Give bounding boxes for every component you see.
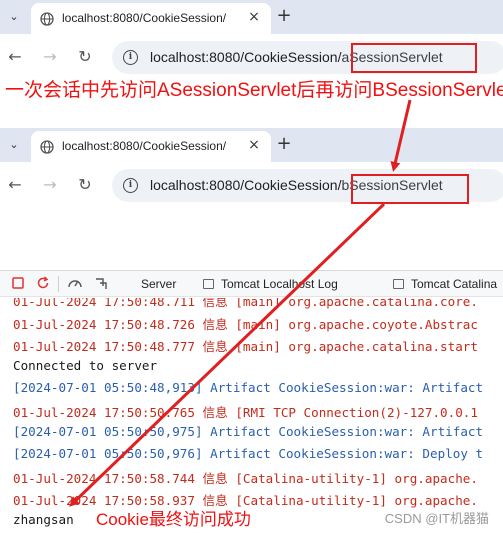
log-line: Connected to server bbox=[13, 358, 158, 373]
close-tab-icon[interactable]: × bbox=[246, 137, 262, 153]
back-arrow-icon[interactable]: ← bbox=[5, 47, 25, 67]
browser-tab[interactable]: localhost:8080/CookieSession/ × bbox=[31, 3, 271, 34]
log-line: 01-Jul-2024 17:50:48.711 信息 [main] org.a… bbox=[13, 298, 478, 309]
forward-arrow-icon[interactable]: → bbox=[40, 175, 60, 195]
rerun-icon[interactable] bbox=[35, 276, 51, 292]
log-line: [2024-07-01 05:50:50,975] Artifact Cooki… bbox=[13, 424, 484, 439]
tab-tomcat-localhost-log[interactable]: Tomcat Localhost Log bbox=[203, 277, 338, 291]
log-line: [2024-07-01 05:50:48,913] Artifact Cooki… bbox=[13, 380, 484, 395]
tab-strip: ⌄ localhost:8080/CookieSession/ × + bbox=[0, 128, 503, 162]
log-line-output: zhangsan bbox=[13, 512, 74, 527]
log-line: 01-Jul-2024 17:50:50.765 信息 [RMI TCP Con… bbox=[13, 405, 478, 420]
toolbar-divider bbox=[58, 276, 59, 292]
log-line: 01-Jul-2024 17:50:48.777 信息 [main] org.a… bbox=[13, 339, 478, 354]
annotation-top: 一次会话中先访问ASessionServlet后再访问BSessionServl… bbox=[5, 80, 503, 101]
globe-icon bbox=[40, 139, 54, 154]
site-info-icon[interactable]: i bbox=[123, 178, 138, 193]
site-info-icon[interactable]: i bbox=[123, 50, 138, 65]
log-file-icon bbox=[393, 279, 404, 289]
annotation-bottom: Cookie最终访问成功 bbox=[96, 510, 251, 529]
reload-icon[interactable]: ↻ bbox=[75, 47, 95, 67]
back-arrow-icon[interactable]: ← bbox=[5, 175, 25, 195]
dashboard-icon[interactable] bbox=[67, 276, 83, 292]
new-tab-button[interactable]: + bbox=[274, 5, 294, 26]
globe-icon bbox=[40, 11, 54, 26]
redeploy-icon[interactable] bbox=[93, 276, 109, 292]
tab-label: Tomcat Localhost Log bbox=[221, 277, 338, 291]
log-line: [2024-07-01 05:50:50,976] Artifact Cooki… bbox=[13, 446, 484, 461]
url-host: localhost:8080/CookieSession/ bbox=[150, 177, 342, 193]
new-tab-button[interactable]: + bbox=[274, 133, 294, 154]
tab-server[interactable]: Server bbox=[141, 277, 176, 291]
console-panel: Server Tomcat Localhost Log Tomcat Catal… bbox=[0, 270, 503, 535]
tab-title: localhost:8080/CookieSession/ bbox=[62, 139, 227, 153]
reload-icon[interactable]: ↻ bbox=[75, 175, 95, 195]
tab-title: localhost:8080/CookieSession/ bbox=[62, 11, 227, 25]
console-toolbar: Server Tomcat Localhost Log Tomcat Catal… bbox=[0, 271, 503, 297]
browser-tab[interactable]: localhost:8080/CookieSession/ × bbox=[31, 131, 271, 162]
watermark: CSDN @IT机器猫 bbox=[384, 511, 489, 526]
log-line: 01-Jul-2024 17:50:48.726 信息 [main] org.a… bbox=[13, 317, 478, 332]
close-tab-icon[interactable]: × bbox=[246, 9, 262, 25]
stop-icon[interactable] bbox=[10, 276, 26, 292]
log-file-icon bbox=[203, 279, 214, 289]
url-path-highlight-box bbox=[351, 43, 477, 73]
tab-search-chevron-icon[interactable]: ⌄ bbox=[6, 9, 22, 25]
forward-arrow-icon[interactable]: → bbox=[40, 47, 60, 67]
tab-tomcat-catalina-log[interactable]: Tomcat Catalina bbox=[393, 277, 497, 291]
url-path-highlight-box bbox=[351, 174, 469, 204]
tab-label: Tomcat Catalina bbox=[411, 277, 498, 291]
log-line: 01-Jul-2024 17:50:58.744 信息 [Catalina-ut… bbox=[13, 471, 478, 486]
url-host: localhost:8080/CookieSession/ bbox=[150, 49, 342, 65]
tab-search-chevron-icon[interactable]: ⌄ bbox=[6, 137, 22, 153]
console-log-output: 01-Jul-2024 17:50:48.711 信息 [main] org.a… bbox=[0, 298, 503, 535]
tab-strip: ⌄ localhost:8080/CookieSession/ × + bbox=[0, 0, 503, 34]
